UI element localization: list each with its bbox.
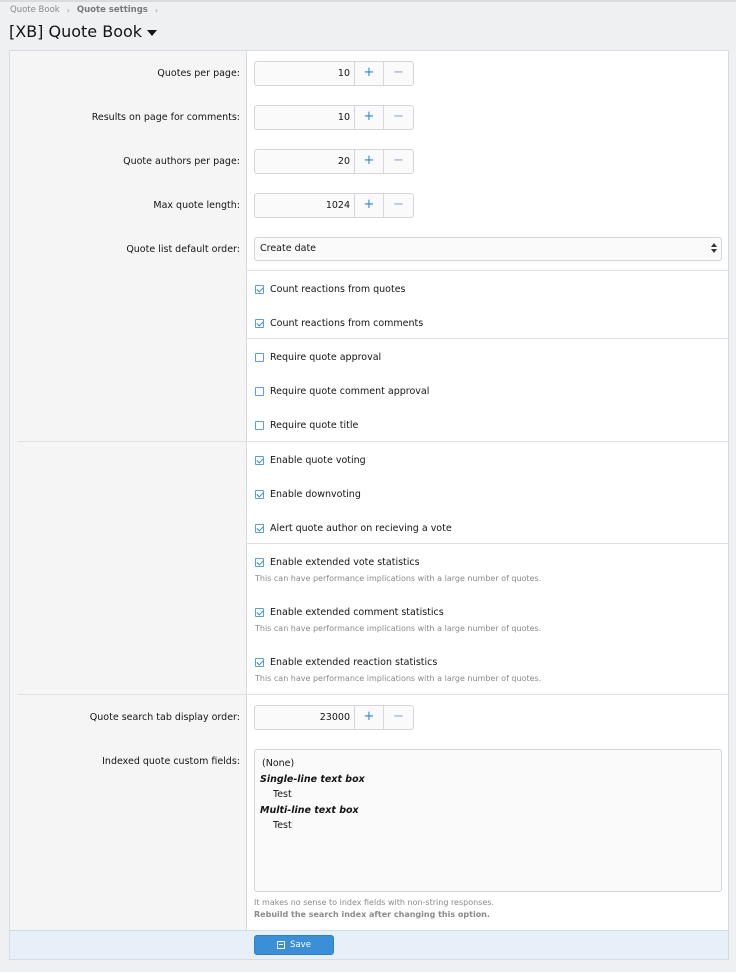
checkbox-label: Count reactions from comments bbox=[270, 318, 424, 329]
authors-per-page-label: Quote authors per page: bbox=[123, 156, 240, 167]
max-length-label: Max quote length: bbox=[153, 200, 240, 211]
search-tab-order-input[interactable]: 23000 bbox=[255, 706, 355, 729]
checkbox-checked-icon[interactable] bbox=[255, 558, 264, 567]
checkbox-label: Require quote comment approval bbox=[270, 386, 430, 397]
divider bbox=[18, 441, 728, 442]
chevron-right-icon: › bbox=[66, 5, 70, 15]
quotes-per-page-label: Quotes per page: bbox=[157, 68, 240, 79]
count-reactions-comments-checkbox[interactable]: Count reactions from comments bbox=[255, 318, 423, 329]
indexed-fields-explain: It makes no sense to index fields with n… bbox=[254, 898, 494, 907]
plus-icon[interactable]: + bbox=[355, 62, 384, 85]
alert-author-vote-checkbox[interactable]: Alert quote author on recieving a vote bbox=[255, 523, 452, 534]
label-column bbox=[10, 51, 247, 930]
select-option[interactable]: Test bbox=[260, 787, 716, 803]
checkbox-icon[interactable] bbox=[255, 353, 264, 362]
require-comment-approval-checkbox[interactable]: Require quote comment approval bbox=[255, 386, 429, 397]
plus-icon[interactable]: + bbox=[355, 194, 384, 217]
enable-voting-checkbox[interactable]: Enable quote voting bbox=[255, 455, 366, 466]
divider bbox=[18, 694, 728, 695]
default-order-label: Quote list default order: bbox=[126, 244, 240, 255]
default-order-select[interactable]: Create date bbox=[254, 237, 722, 261]
select-optgroup: Single-line text box bbox=[260, 773, 365, 785]
page-title-text: [XB] Quote Book bbox=[9, 22, 143, 41]
settings-form: Quotes per page: 10 + − Results on page … bbox=[9, 50, 729, 960]
authors-per-page-input[interactable]: 20 bbox=[255, 150, 355, 173]
max-length-stepper: 1024 + − bbox=[254, 193, 414, 218]
ext-vote-stats-hint: This can have performance implications w… bbox=[255, 574, 542, 583]
form-footer: Save bbox=[10, 930, 728, 959]
checkbox-label: Enable extended reaction statistics bbox=[270, 657, 438, 668]
results-comments-stepper: 10 + − bbox=[254, 105, 414, 130]
count-reactions-quotes-checkbox[interactable]: Count reactions from quotes bbox=[255, 284, 406, 295]
checkbox-label: Enable extended vote statistics bbox=[270, 557, 420, 568]
select-optgroup: Multi-line text box bbox=[260, 804, 359, 816]
checkbox-label: Enable extended comment statistics bbox=[270, 607, 444, 618]
divider bbox=[247, 270, 728, 271]
search-tab-order-label: Quote search tab display order: bbox=[89, 712, 240, 723]
authors-per-page-stepper: 20 + − bbox=[254, 149, 414, 174]
divider bbox=[247, 338, 728, 339]
select-option[interactable]: Test bbox=[260, 818, 716, 834]
indexed-fields-label: Indexed quote custom fields: bbox=[102, 756, 240, 767]
breadcrumb-item[interactable]: Quote Book bbox=[10, 5, 60, 15]
save-button[interactable]: Save bbox=[254, 935, 334, 955]
checkbox-checked-icon[interactable] bbox=[255, 319, 264, 328]
ext-reaction-stats-checkbox[interactable]: Enable extended reaction statistics bbox=[255, 657, 437, 668]
results-comments-input[interactable]: 10 bbox=[255, 106, 355, 129]
checkbox-icon[interactable] bbox=[255, 387, 264, 396]
page-title[interactable]: [XB] Quote Book bbox=[9, 22, 158, 41]
minus-icon[interactable]: − bbox=[384, 150, 413, 173]
quotes-per-page-input[interactable]: 10 bbox=[255, 62, 355, 85]
minus-icon[interactable]: − bbox=[384, 706, 413, 729]
select-option[interactable]: (None) bbox=[260, 756, 716, 772]
default-order-value: Create date bbox=[260, 243, 317, 254]
checkbox-checked-icon[interactable] bbox=[255, 524, 264, 533]
plus-icon[interactable]: + bbox=[355, 150, 384, 173]
checkbox-checked-icon[interactable] bbox=[255, 608, 264, 617]
search-tab-order-stepper: 23000 + − bbox=[254, 705, 414, 730]
results-comments-label: Results on page for comments: bbox=[91, 112, 240, 123]
save-icon bbox=[277, 941, 286, 949]
breadcrumb-item[interactable]: Quote settings bbox=[77, 5, 148, 15]
require-quote-approval-checkbox[interactable]: Require quote approval bbox=[255, 352, 381, 363]
plus-icon[interactable]: + bbox=[355, 106, 384, 129]
ext-comment-stats-checkbox[interactable]: Enable extended comment statistics bbox=[255, 607, 444, 618]
checkbox-label: Count reactions from quotes bbox=[270, 284, 406, 295]
caret-down-icon[interactable] bbox=[147, 29, 158, 36]
divider bbox=[247, 543, 728, 544]
enable-downvoting-checkbox[interactable]: Enable downvoting bbox=[255, 489, 361, 500]
top-border bbox=[0, 0, 736, 2]
checkbox-label: Enable downvoting bbox=[270, 489, 361, 500]
ext-comment-stats-hint: This can have performance implications w… bbox=[255, 624, 542, 633]
indexed-fields-explain-bold: Rebuild the search index after changing … bbox=[254, 910, 490, 919]
ext-reaction-stats-hint: This can have performance implications w… bbox=[255, 674, 542, 683]
chevron-right-icon: › bbox=[154, 5, 159, 15]
plus-icon[interactable]: + bbox=[355, 706, 384, 729]
minus-icon[interactable]: − bbox=[384, 62, 413, 85]
checkbox-label: Enable quote voting bbox=[270, 455, 366, 466]
max-length-input[interactable]: 1024 bbox=[255, 194, 355, 217]
breadcrumb: Quote Book › Quote settings › bbox=[10, 5, 165, 15]
indexed-fields-select[interactable]: (None) Single-line text box Test Multi-l… bbox=[254, 749, 722, 892]
minus-icon[interactable]: − bbox=[384, 194, 413, 217]
checkbox-label: Alert quote author on recieving a vote bbox=[270, 523, 452, 534]
quotes-per-page-stepper: 10 + − bbox=[254, 61, 414, 86]
checkbox-label: Require quote title bbox=[270, 420, 359, 431]
save-button-label: Save bbox=[290, 940, 311, 950]
checkbox-checked-icon[interactable] bbox=[255, 456, 264, 465]
checkbox-checked-icon[interactable] bbox=[255, 658, 264, 667]
select-arrows-icon bbox=[711, 243, 717, 255]
require-quote-title-checkbox[interactable]: Require quote title bbox=[255, 420, 358, 431]
minus-icon[interactable]: − bbox=[384, 106, 413, 129]
checkbox-checked-icon[interactable] bbox=[255, 490, 264, 499]
checkbox-checked-icon[interactable] bbox=[255, 285, 264, 294]
checkbox-icon[interactable] bbox=[255, 421, 264, 430]
ext-vote-stats-checkbox[interactable]: Enable extended vote statistics bbox=[255, 557, 420, 568]
checkbox-label: Require quote approval bbox=[270, 352, 382, 363]
